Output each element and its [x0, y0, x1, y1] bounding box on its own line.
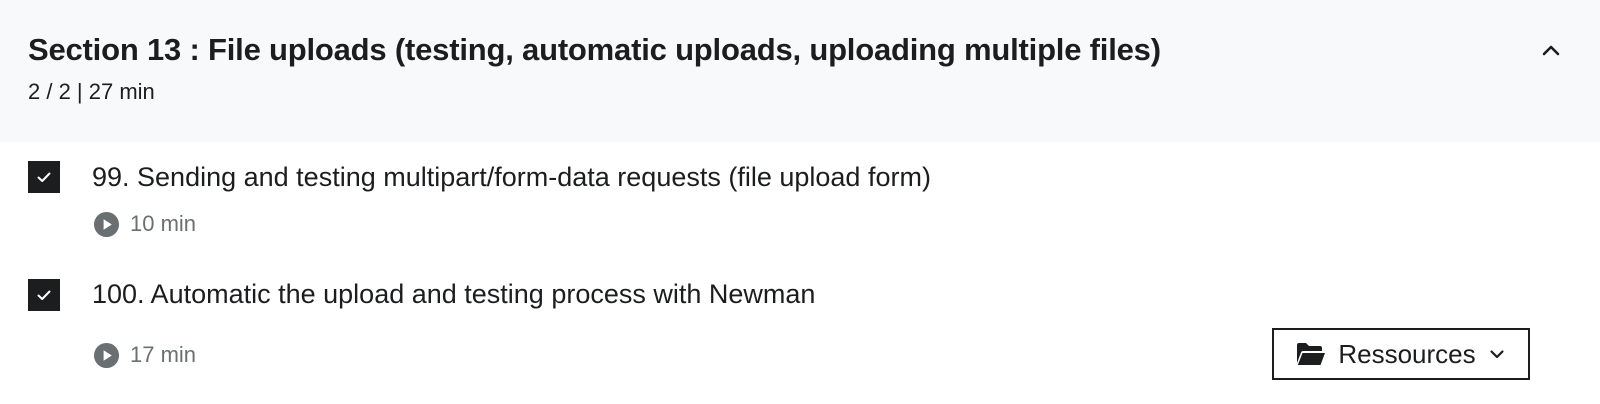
folder-open-icon	[1297, 343, 1326, 365]
lecture-item[interactable]: 100. Automatic the upload and testing pr…	[0, 260, 1600, 404]
lecture-duration: 17 min	[93, 341, 196, 369]
section-progress-meta: 2 / 2 | 27 min	[28, 79, 155, 104]
course-curriculum: Section 13 : File uploads (testing, auto…	[0, 0, 1600, 404]
play-circle-icon	[93, 342, 120, 368]
lecture-item[interactable]: 99. Sending and testing multipart/form-d…	[0, 142, 1600, 260]
section-title: Section 13 : File uploads (testing, auto…	[28, 32, 1161, 67]
collapse-section-button[interactable]	[1536, 36, 1566, 66]
lecture-completed-checkbox[interactable]	[28, 279, 60, 311]
chevron-up-icon	[1542, 45, 1560, 56]
lecture-duration: 10 min	[93, 210, 196, 238]
lecture-title: 100. Automatic the upload and testing pr…	[92, 279, 816, 309]
checkmark-icon	[37, 290, 51, 300]
checkmark-icon	[37, 172, 51, 182]
lecture-duration-label: 10 min	[130, 211, 197, 236]
lecture-duration-label: 17 min	[130, 342, 197, 367]
chevron-down-icon	[1490, 350, 1504, 359]
resources-label: Ressources	[1338, 338, 1476, 369]
resources-dropdown-button[interactable]: Ressources	[1272, 328, 1530, 380]
section-header[interactable]: Section 13 : File uploads (testing, auto…	[0, 0, 1600, 142]
lecture-completed-checkbox[interactable]	[28, 161, 60, 193]
lecture-title: 99. Sending and testing multipart/form-d…	[92, 162, 931, 192]
play-circle-icon	[93, 211, 120, 237]
